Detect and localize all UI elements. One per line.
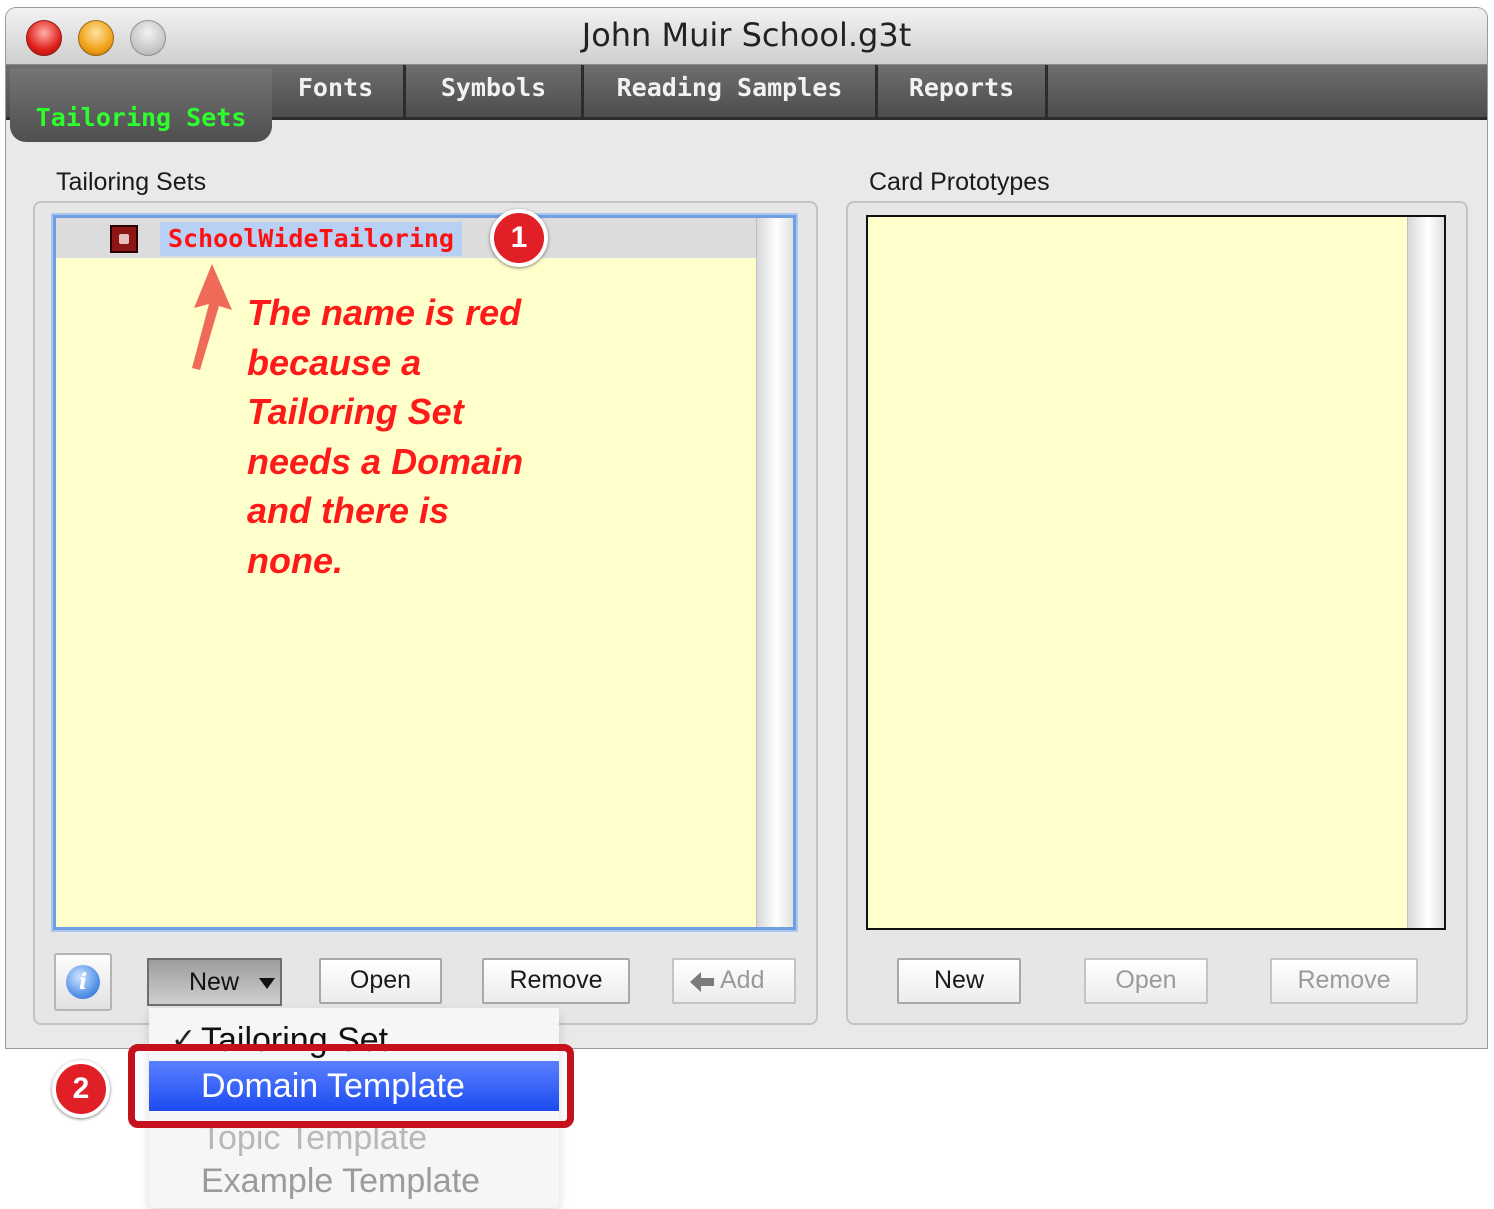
- annotation-line: Tailoring Set: [247, 391, 464, 433]
- tailoring-set-icon: [110, 225, 138, 253]
- add-button[interactable]: Add: [672, 958, 796, 1004]
- remove-tailoring-set-button[interactable]: Remove: [482, 958, 630, 1004]
- menu-item-example-template[interactable]: Example Template: [149, 1157, 559, 1205]
- info-button[interactable]: i: [54, 953, 112, 1011]
- window-title: John Muir School.g3t: [581, 16, 912, 54]
- annotation-line: The name is red: [247, 292, 522, 333]
- vertical-scrollbar[interactable]: [756, 218, 793, 927]
- arrow-left-icon: [690, 972, 714, 992]
- annotation-line: needs a Domain: [247, 440, 524, 482]
- annotation-highlight-box: [128, 1044, 574, 1128]
- annotation-line: none.: [247, 539, 343, 581]
- tab-reports[interactable]: Reports: [878, 65, 1048, 117]
- new-button-label: New: [189, 968, 240, 996]
- tab-tailoring-sets[interactable]: Tailoring Sets: [10, 68, 272, 142]
- card-prototypes-label: Card Prototypes: [869, 168, 1050, 196]
- open-tailoring-set-button[interactable]: Open: [319, 958, 442, 1004]
- dropdown-caret-icon: [259, 978, 275, 989]
- annotation-arrow-icon: [192, 264, 232, 370]
- tab-reading-samples[interactable]: Reading Samples: [584, 65, 878, 117]
- tab-fonts[interactable]: Fonts: [268, 65, 406, 117]
- icon-dot: [119, 234, 129, 244]
- card-prototypes-list[interactable]: [866, 215, 1446, 930]
- step-badge-2: 2: [52, 1060, 110, 1118]
- annotation-line: because a: [247, 341, 422, 383]
- new-tailoring-set-button[interactable]: New: [147, 958, 282, 1006]
- open-card-prototype-button[interactable]: Open: [1084, 958, 1208, 1004]
- info-icon: i: [66, 965, 100, 999]
- title-bar[interactable]: John Muir School.g3t: [6, 8, 1487, 65]
- tailoring-set-name[interactable]: SchoolWideTailoring: [160, 222, 462, 256]
- add-button-label: Add: [720, 966, 765, 994]
- new-card-prototype-button[interactable]: New: [897, 958, 1021, 1004]
- tab-symbols[interactable]: Symbols: [406, 65, 584, 117]
- list-item[interactable]: SchoolWideTailoring: [56, 218, 756, 258]
- annotation-note: The name is red because a Tailoring Set …: [247, 288, 567, 586]
- step-badge-1: 1: [490, 209, 548, 267]
- remove-card-prototype-button[interactable]: Remove: [1270, 958, 1418, 1004]
- vertical-scrollbar[interactable]: [1407, 217, 1444, 928]
- annotation-line: and there is: [247, 490, 450, 532]
- tailoring-sets-label: Tailoring Sets: [56, 168, 207, 196]
